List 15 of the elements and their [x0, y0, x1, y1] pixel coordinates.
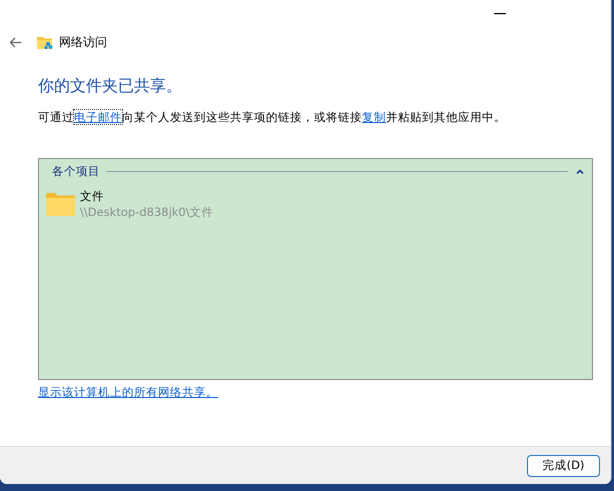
item-path: \\Desktop-d838jk0\文件	[80, 204, 214, 221]
minimize-icon[interactable]	[494, 13, 506, 15]
folder-icon	[46, 193, 75, 216]
network-folder-icon	[37, 34, 53, 50]
collapse-chevron-icon[interactable]	[576, 168, 584, 174]
item-name[interactable]: 文件	[80, 189, 214, 204]
inline-link[interactable]: 电子邮件	[74, 110, 122, 124]
inline-link[interactable]: 复制	[362, 110, 386, 124]
group-label: 各个项目	[52, 164, 100, 178]
heading: 你的文件夹已共享。	[38, 75, 183, 97]
show-all-shares-link[interactable]: 显示该计算机上的所有网络共享。	[38, 385, 218, 400]
description-text: 可通过电子邮件向某个人发送到这些共享项的链接，或将链接复制并粘贴到其他应用中。	[38, 109, 507, 125]
window-title: 网络访问	[59, 34, 107, 50]
back-arrow-icon[interactable]	[9, 36, 22, 48]
done-button[interactable]: 完成(D)	[527, 454, 600, 476]
